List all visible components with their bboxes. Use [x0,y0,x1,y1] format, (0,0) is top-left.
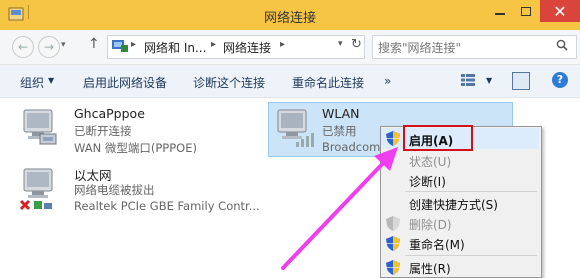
annotation-arrow [281,147,398,270]
